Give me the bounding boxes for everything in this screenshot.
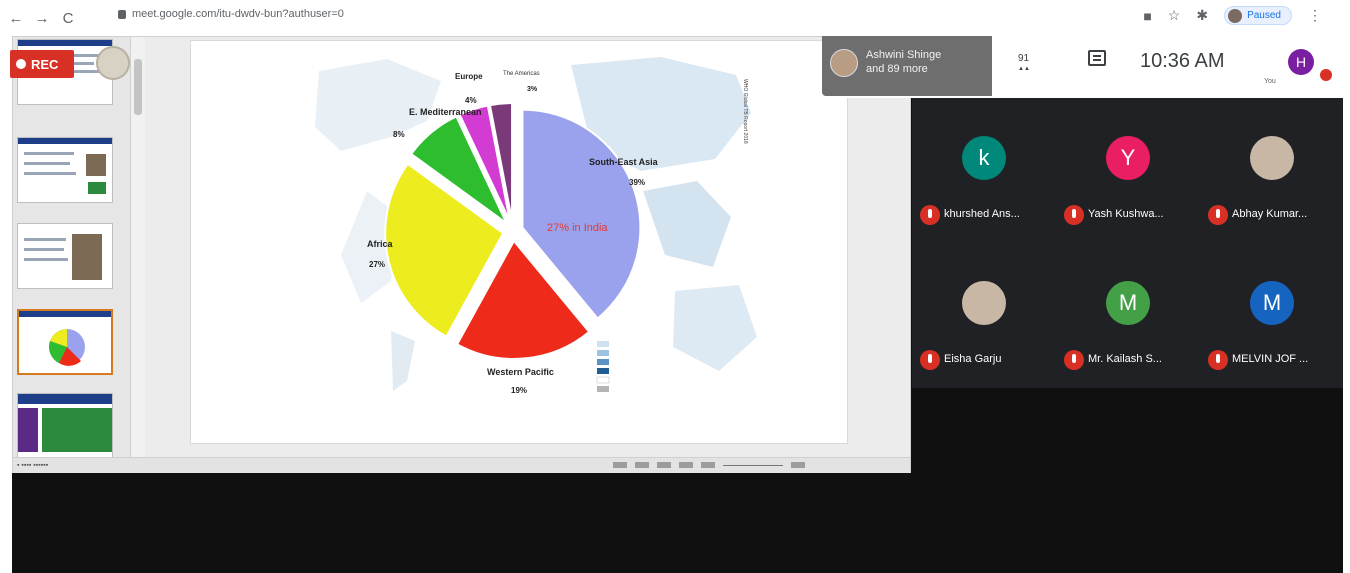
slide-thumbnails (13, 37, 131, 459)
normal-view-button[interactable] (657, 462, 671, 468)
value-western-pacific: 19% (511, 386, 527, 395)
browser-menu-icon[interactable]: ⋮ (1308, 7, 1322, 24)
label-western-pacific: Western Pacific (487, 367, 554, 377)
camera-icon[interactable]: ■ (1143, 8, 1151, 24)
slide-thumbnail[interactable] (17, 137, 113, 203)
reload-icon[interactable]: C (58, 10, 78, 27)
thumbnail-scrollbar[interactable] (131, 37, 145, 457)
self-avatar[interactable]: H (1288, 49, 1314, 75)
participant-name: Abhay Kumar... (1232, 208, 1308, 220)
address-bar[interactable]: meet.google.com/itu-dwdv-bun?authuser=0 (118, 8, 344, 20)
label-e-mediterranean: E. Mediterranean (409, 107, 482, 117)
participant-name: khurshed Ans... (944, 208, 1020, 220)
participant-avatar: k (962, 136, 1006, 180)
value-europe: 4% (465, 96, 477, 105)
participant-name: Eisha Garju (944, 353, 1002, 365)
browser-actions: ■ ☆ ✱ Paused ⋮ (1143, 6, 1322, 25)
mic-off-icon (1320, 69, 1332, 81)
chat-icon[interactable] (1088, 50, 1106, 66)
label-europe: Europe (455, 72, 483, 81)
mic-off-icon (1064, 350, 1084, 370)
participant-avatar-photo (962, 281, 1006, 325)
mic-off-icon (920, 205, 940, 225)
slide-thumbnail-selected[interactable] (17, 309, 113, 375)
slide-canvas: E. Mediterranean 8% Europe 4% The Americ… (191, 41, 847, 443)
participant-tile[interactable]: Y Yash Kushwa... (1056, 98, 1200, 243)
mic-off-icon (1208, 205, 1228, 225)
slide-thumbnail[interactable] (17, 223, 113, 289)
comments-button[interactable] (635, 462, 649, 468)
india-annotation: 27% in India (547, 222, 608, 234)
shared-screen: E. Mediterranean 8% Europe 4% The Americ… (12, 36, 911, 473)
presenter-avatar (830, 49, 858, 77)
zoom-slider[interactable] (723, 464, 783, 466)
participant-tile[interactable]: M Mr. Kailash S... (1056, 243, 1200, 388)
presenter-chip[interactable]: Ashwini Shinge and 89 more (822, 36, 992, 96)
participant-grid: k khurshed Ans... Y Yash Kushwa... Abhay… (912, 98, 1343, 388)
browser-toolbar: ← → C meet.google.com/itu-dwdv-bun?authu… (0, 0, 1350, 36)
participant-name: MELVIN JOF ... (1232, 353, 1309, 365)
participant-tile[interactable]: Eisha Garju (912, 243, 1056, 388)
view-controls (613, 462, 805, 468)
value-americas: 3% (527, 86, 538, 93)
value-e-mediterranean: 8% (393, 130, 405, 139)
value-africa: 27% (369, 260, 385, 269)
presenter-name: Ashwini Shinge (866, 49, 942, 61)
notes-button[interactable] (613, 462, 627, 468)
tb-distribution-slide: E. Mediterranean 8% Europe 4% The Americ… (315, 57, 757, 395)
institution-logo (96, 46, 130, 80)
meet-top-bar: Ashwini Shinge and 89 more 91 ▲▲ 10:36 A… (822, 36, 1350, 98)
participant-avatar: M (1250, 281, 1294, 325)
label-americas: The Americas (503, 71, 540, 77)
label-africa: Africa (367, 239, 394, 249)
mini-pie-graphic (49, 328, 85, 366)
lock-icon (118, 9, 126, 19)
participant-name: Yash Kushwa... (1088, 208, 1164, 220)
map-legend (596, 341, 610, 392)
participant-tile[interactable]: M MELVIN JOF ... (1200, 243, 1344, 388)
people-button[interactable]: 91 ▲▲ (1018, 54, 1030, 74)
forward-icon[interactable]: → (32, 10, 52, 27)
back-icon[interactable]: ← (6, 10, 26, 27)
fit-button[interactable] (791, 462, 805, 468)
mic-off-icon (920, 350, 940, 370)
star-icon[interactable]: ☆ (1168, 7, 1181, 24)
participant-avatar-photo (1250, 136, 1294, 180)
reading-view-button[interactable] (701, 462, 715, 468)
value-south-east-asia: 39% (629, 178, 645, 187)
sorter-view-button[interactable] (679, 462, 693, 468)
profile-avatar (1228, 9, 1243, 23)
participant-tile[interactable]: k khurshed Ans... (912, 98, 1056, 243)
people-icon: ▲▲ (1018, 66, 1030, 72)
participant-name: Mr. Kailash S... (1088, 353, 1162, 365)
scrollbar-thumb[interactable] (134, 59, 142, 115)
meeting-clock: 10:36 AM (1140, 50, 1225, 72)
profile-paused-button[interactable]: Paused (1224, 6, 1292, 25)
record-dot-icon (16, 59, 26, 69)
side-note: WHO Global TB Report 2018 (742, 79, 748, 144)
recording-badge: REC (10, 50, 74, 78)
slide-thumbnail[interactable] (17, 393, 113, 459)
extensions-icon[interactable]: ✱ (1196, 7, 1208, 24)
participant-avatar: Y (1106, 136, 1150, 180)
participant-tile[interactable]: Abhay Kumar... (1200, 98, 1344, 243)
slide-counter: ▪ ▪▪▪▪ ▪▪▪▪▪▪ (17, 462, 49, 469)
presentation-status-bar: ▪ ▪▪▪▪ ▪▪▪▪▪▪ (13, 457, 910, 473)
label-south-east-asia: South-East Asia (589, 157, 659, 167)
people-count: 91 (1018, 53, 1030, 64)
mic-off-icon (1064, 205, 1084, 225)
you-label: You (1264, 78, 1276, 85)
presenter-others: and 89 more (866, 63, 928, 75)
participant-avatar: M (1106, 281, 1150, 325)
screen: ← → C meet.google.com/itu-dwdv-bun?authu… (0, 0, 1350, 573)
url-text: meet.google.com/itu-dwdv-bun?authuser=0 (132, 8, 344, 20)
mic-off-icon (1208, 350, 1228, 370)
